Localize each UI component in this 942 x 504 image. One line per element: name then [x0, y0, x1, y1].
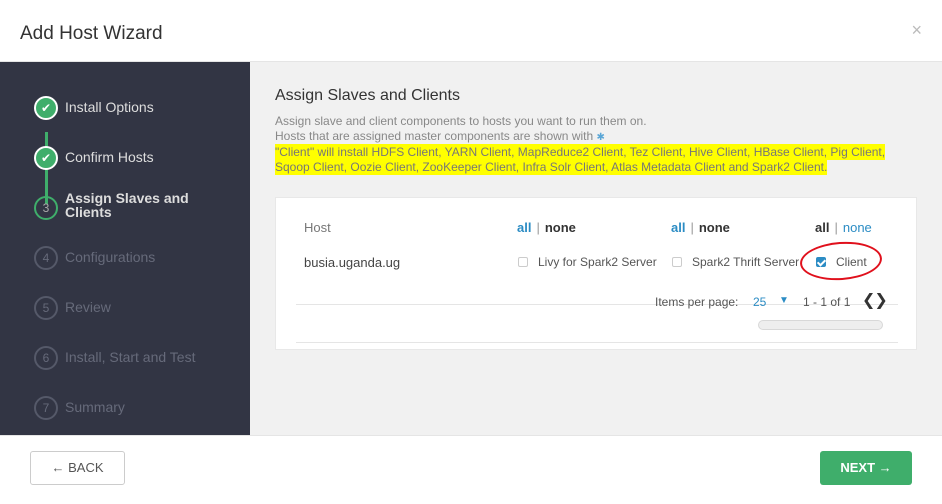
column-header-thrift: all | none — [671, 220, 730, 235]
caret-down-icon[interactable]: ▼ — [779, 295, 789, 306]
component-livy[interactable]: Livy for Spark2 Server — [518, 255, 657, 269]
divider — [296, 342, 898, 343]
description: Assign slave and client components to ho… — [275, 114, 920, 175]
horizontal-scrollbar[interactable] — [758, 320, 883, 330]
separator: | — [536, 220, 540, 235]
step-install-start-test: 6 Install, Start and Test — [34, 346, 250, 376]
step-label: Review — [65, 299, 111, 315]
select-none-link[interactable]: none — [699, 220, 730, 235]
step-label: Summary — [65, 399, 125, 415]
page-title: Assign Slaves and Clients — [275, 87, 460, 104]
add-host-wizard-modal: Add Host Wizard × ✔ Install Options ✔ Co… — [0, 0, 942, 504]
modal-title: Add Host Wizard — [20, 23, 163, 44]
step-number: 6 — [34, 346, 58, 370]
description-line-master: Hosts that are assigned master component… — [275, 129, 920, 145]
step-label: Install Options — [65, 99, 154, 115]
assignment-table: Host all | none all | none all | none busia.ug… — [275, 197, 917, 350]
wizard-sidebar: ✔ Install Options ✔ Confirm Hosts 3 Assi… — [0, 62, 250, 435]
step-confirm-hosts[interactable]: ✔ Confirm Hosts — [34, 146, 250, 176]
column-header-host: Host — [304, 220, 331, 235]
select-all-link[interactable]: all — [517, 220, 531, 235]
master-star-icon: ✱ — [596, 132, 605, 143]
checkbox[interactable] — [518, 257, 528, 267]
step-summary: 7 Summary — [34, 396, 250, 426]
column-header-client: all | none — [815, 220, 872, 235]
component-label: Spark2 Thrift Server — [692, 255, 800, 269]
step-label: Install, Start and Test — [65, 349, 196, 365]
check-icon: ✔ — [34, 146, 58, 170]
step-label: Confirm Hosts — [65, 149, 154, 165]
description-line: Assign slave and client components to ho… — [275, 114, 647, 128]
component-label: Livy for Spark2 Server — [538, 255, 657, 269]
description-text: Hosts that are assigned master component… — [275, 129, 594, 143]
items-per-page-select[interactable]: 25 — [753, 295, 766, 309]
modal-header: Add Host Wizard × — [0, 0, 942, 62]
step-number: 7 — [34, 396, 58, 420]
step-number: 4 — [34, 246, 58, 270]
back-button[interactable]: ← BACK — [30, 451, 125, 485]
step-review: 5 Review — [34, 296, 250, 326]
pager-arrows-icon[interactable]: ❮❯ — [862, 290, 888, 310]
select-all-link[interactable]: all — [671, 220, 685, 235]
client-note-highlight: "Client" will install HDFS Client, YARN … — [275, 144, 886, 175]
check-icon: ✔ — [34, 96, 58, 120]
items-per-page-label: Items per page: — [655, 295, 739, 309]
step-number: 3 — [34, 196, 58, 220]
close-icon[interactable]: × — [911, 20, 922, 41]
client-note: "Client" will install HDFS Client, YARN … — [275, 144, 920, 175]
host-name: busia.uganda.ug — [304, 255, 401, 270]
modal-footer: ← BACK NEXT → — [0, 435, 942, 504]
step-label: Configurations — [65, 249, 156, 265]
page-range: 1 - 1 of 1 — [803, 295, 851, 309]
step-label: Assign Slaves and Clients — [65, 190, 189, 220]
select-all-link[interactable]: all — [815, 220, 829, 235]
step-assign-slaves[interactable]: 3 Assign Slaves and Clients — [34, 191, 250, 226]
checkbox[interactable] — [672, 257, 682, 267]
step-install-options[interactable]: ✔ Install Options — [34, 96, 250, 126]
step-configurations: 4 Configurations — [34, 246, 250, 276]
red-annotation-circle — [798, 239, 884, 283]
next-button[interactable]: NEXT → — [820, 451, 912, 485]
component-spark2-thrift[interactable]: Spark2 Thrift Server — [672, 255, 799, 269]
separator: | — [834, 220, 838, 235]
select-none-link[interactable]: none — [545, 220, 576, 235]
main-content: Assign Slaves and Clients Assign slave a… — [250, 62, 942, 435]
column-header-livy: all | none — [517, 220, 576, 235]
separator: | — [690, 220, 694, 235]
step-number: 5 — [34, 296, 58, 320]
select-none-link[interactable]: none — [843, 220, 872, 235]
